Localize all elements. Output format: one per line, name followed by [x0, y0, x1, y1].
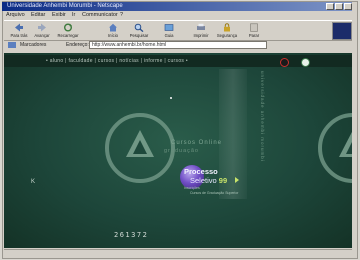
back-label: Para trás — [10, 33, 28, 38]
reload-icon — [64, 23, 72, 32]
print-label: Imprimir — [193, 33, 209, 38]
location-toolbar: Marcadores Endereço: http://www.anhembi.… — [4, 40, 352, 51]
vertical-text: universidade anhembi morumbi — [260, 71, 265, 162]
menu-edit[interactable]: Editar — [31, 12, 45, 18]
bookmarks-button[interactable]: Marcadores — [20, 42, 46, 48]
lock-icon — [224, 23, 230, 32]
promo-line2: Seletivo 99 — [190, 176, 227, 185]
online-courses-subtitle: graduação — [164, 148, 199, 154]
guide-button[interactable]: Guia — [157, 22, 181, 39]
stop-label: Parar — [248, 33, 260, 38]
stop-button[interactable]: Parar — [242, 22, 266, 39]
forward-arrow-icon — [38, 23, 46, 32]
promo-line1: Processo — [184, 167, 218, 176]
red-circle-icon[interactable] — [280, 58, 289, 67]
bookmark-icon — [8, 42, 16, 48]
promo-year: 99 — [218, 176, 228, 185]
search-icon — [134, 23, 144, 32]
promo-sub: Inscrições — [184, 186, 200, 190]
guide-label: Guia — [164, 33, 174, 38]
maximize-button[interactable] — [335, 3, 343, 10]
menu-go[interactable]: Ir — [72, 12, 75, 18]
print-button[interactable]: Imprimir — [189, 22, 213, 39]
forward-label: Avançar — [34, 33, 50, 38]
site-nav-bar: • aluno | faculdade | cursos | notícias … — [4, 55, 352, 67]
home-button[interactable]: Início — [101, 22, 125, 39]
menu-help[interactable]: ? — [120, 12, 123, 18]
location-label: Endereço: — [66, 42, 89, 48]
menu-communicator[interactable]: Communicator — [82, 12, 118, 18]
close-button[interactable] — [344, 3, 352, 10]
home-icon — [109, 23, 117, 32]
stop-icon — [250, 23, 258, 32]
menu-file[interactable]: Arquivo — [6, 12, 25, 18]
cursor-dot — [170, 97, 172, 99]
security-button[interactable]: Segurança — [215, 22, 239, 39]
site-nav-links[interactable]: • aluno | faculdade | cursos | notícias … — [46, 58, 188, 64]
minimize-button[interactable] — [326, 3, 334, 10]
promo-seletivo: Seletivo — [190, 176, 217, 185]
menu-bar: Arquivo Editar Exibir Ir Communicator ? — [4, 12, 352, 20]
logo-triangle-icon — [126, 130, 154, 157]
guide-icon — [164, 24, 174, 31]
green-circle-icon[interactable] — [301, 58, 310, 67]
search-button[interactable]: Pesquisar — [127, 22, 151, 39]
forward-button[interactable]: Avançar — [30, 22, 54, 39]
printer-icon — [197, 23, 205, 30]
online-courses-title: Cursos Online — [171, 140, 223, 146]
back-arrow-icon — [15, 23, 23, 32]
visit-counter: 261372 — [114, 231, 149, 239]
url-field[interactable]: http://www.anhembi.br/home.html — [89, 41, 267, 49]
reload-button[interactable]: Recarregar — [56, 22, 80, 39]
search-label: Pesquisar — [129, 33, 149, 38]
menu-view[interactable]: Exibir — [52, 12, 66, 18]
status-bar — [4, 249, 352, 257]
title-bar: Universidade Anhembi Morumbi - Netscape — [2, 2, 352, 11]
back-button[interactable]: Para trás — [7, 22, 31, 39]
processo-seletivo-link[interactable]: Processo Seletivo 99 Inscrições Cursos d… — [180, 165, 250, 197]
home-label: Início — [107, 33, 118, 38]
security-label: Segurança — [216, 33, 238, 38]
logo-triangle-icon — [339, 131, 352, 157]
k-mark: K — [31, 179, 36, 185]
arrow-right-icon — [235, 177, 239, 183]
window-title: Universidade Anhembi Morumbi - Netscape — [7, 3, 123, 9]
navigation-toolbar: Para trás Avançar Recarregar Início Pesq… — [4, 20, 352, 41]
web-page: • aluno | faculdade | cursos | notícias … — [4, 53, 352, 248]
netscape-logo — [332, 22, 352, 40]
reload-label: Recarregar — [57, 33, 79, 38]
promo-sub2: Cursos de Graduação Superior — [190, 191, 239, 195]
emblem-circle-right — [318, 113, 352, 183]
